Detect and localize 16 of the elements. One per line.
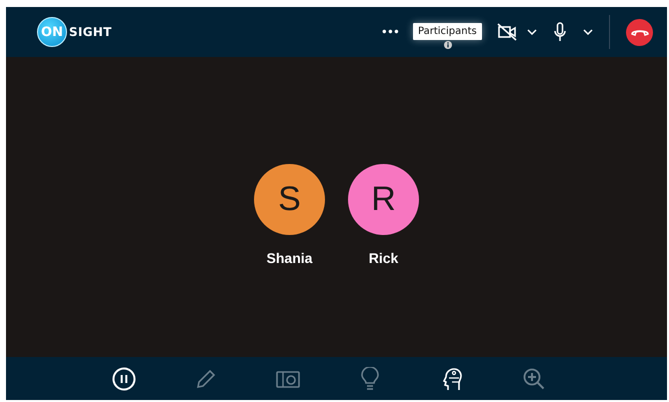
camera-off-button[interactable] [497, 23, 517, 41]
logo-text: SIGHT [69, 25, 112, 39]
hang-up-button[interactable] [626, 18, 653, 46]
microphone-button[interactable] [553, 22, 567, 42]
logo-badge: ON [37, 17, 67, 47]
phone-icon [630, 28, 648, 36]
participant-name: Rick [368, 250, 398, 266]
tooltip: Participants [413, 23, 482, 40]
chevron-icon[interactable] [527, 29, 537, 35]
participant-name: Shania [266, 250, 312, 266]
more-button[interactable]: ••• [380, 25, 399, 39]
info-icon [444, 41, 452, 49]
avatar: R [348, 164, 419, 235]
avatar: S [254, 164, 325, 235]
chevron-icon[interactable] [583, 29, 593, 35]
pause-button[interactable] [112, 366, 136, 390]
